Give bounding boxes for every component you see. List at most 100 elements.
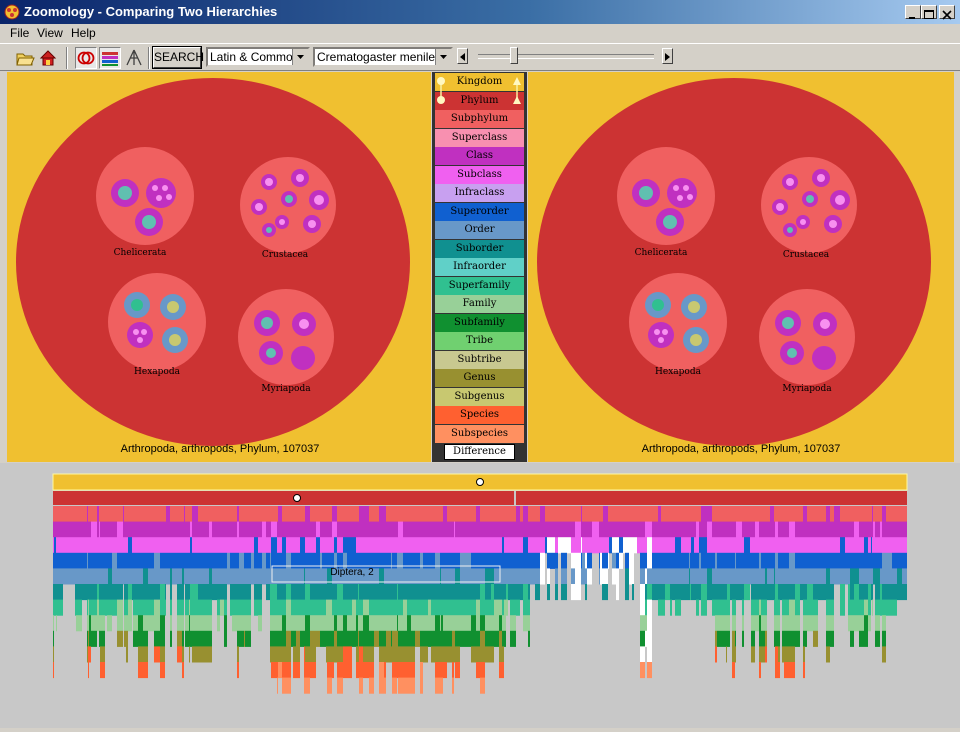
- taxon-cell[interactable]: [143, 552, 148, 569]
- taxon-cell[interactable]: [369, 521, 374, 538]
- taxon-cell[interactable]: [384, 615, 386, 632]
- taxon-cell[interactable]: [91, 552, 97, 569]
- taxon-cell[interactable]: [582, 552, 585, 569]
- taxon-cell[interactable]: [154, 599, 160, 616]
- taxon-cell[interactable]: [508, 537, 510, 554]
- taxon-cell[interactable]: [550, 506, 555, 523]
- taxon-cell[interactable]: [558, 537, 561, 554]
- taxon-cell[interactable]: [89, 537, 91, 554]
- taxon-cell[interactable]: [742, 599, 744, 616]
- taxon-cell[interactable]: [441, 599, 443, 616]
- taxon-cell[interactable]: [189, 615, 190, 632]
- taxon-cell[interactable]: [244, 599, 245, 616]
- taxon-cell[interactable]: [494, 521, 499, 538]
- taxon-cell[interactable]: [148, 615, 154, 632]
- taxon-cell[interactable]: [293, 615, 296, 632]
- taxon-cell[interactable]: [767, 537, 770, 554]
- taxon-cell[interactable]: [392, 599, 397, 616]
- taxon-cell[interactable]: [143, 630, 148, 647]
- taxon-cell[interactable]: [447, 646, 452, 663]
- taxon-cell[interactable]: [720, 506, 726, 523]
- taxon-cell[interactable]: [177, 568, 182, 585]
- taxon-cell[interactable]: [571, 568, 575, 585]
- taxon-cell[interactable]: [882, 599, 886, 616]
- phylum-band-small[interactable]: [53, 491, 81, 505]
- taxon-cell[interactable]: [192, 552, 198, 569]
- taxon-cell[interactable]: [454, 521, 455, 538]
- taxon-cell[interactable]: [522, 537, 523, 554]
- taxon-cell[interactable]: [53, 630, 54, 647]
- taxon-cell[interactable]: [715, 521, 717, 538]
- taxon-cell[interactable]: [859, 584, 864, 601]
- taxon-cell[interactable]: [897, 537, 902, 554]
- taxon-cell[interactable]: [185, 568, 189, 585]
- taxon-cell[interactable]: [720, 521, 726, 538]
- taxon-cell[interactable]: [826, 506, 830, 523]
- taxon-cell[interactable]: [502, 521, 504, 538]
- taxon-cell[interactable]: [850, 615, 854, 632]
- taxon-cell[interactable]: [296, 584, 300, 601]
- taxon-cell[interactable]: [540, 568, 545, 585]
- taxon-cell[interactable]: [397, 537, 398, 554]
- right-hierarchy-view[interactable]: Chelicerata Crustacea Hexapoda Myriapoda…: [528, 72, 954, 462]
- taxon-cell[interactable]: [57, 506, 63, 523]
- taxon-cell[interactable]: [864, 552, 868, 569]
- taxon-cell[interactable]: [625, 506, 629, 523]
- taxon-cell[interactable]: [672, 521, 675, 538]
- taxon-cell[interactable]: [547, 537, 550, 554]
- taxon-cell[interactable]: [759, 552, 761, 569]
- legend-level-genus[interactable]: Genus: [435, 369, 524, 387]
- taxon-cell[interactable]: [645, 568, 647, 585]
- taxon-cell[interactable]: [864, 599, 868, 616]
- taxon-cell[interactable]: [300, 599, 304, 616]
- taxon-cell[interactable]: [189, 568, 190, 585]
- taxon-cell[interactable]: [227, 552, 230, 569]
- taxon-cell[interactable]: [742, 506, 744, 523]
- taxon-cell[interactable]: [690, 568, 691, 585]
- taxon-cell[interactable]: [523, 552, 528, 569]
- taxon-cell[interactable]: [359, 646, 363, 663]
- taxon-cell[interactable]: [82, 537, 87, 554]
- taxon-cell[interactable]: [592, 506, 598, 523]
- taxon-cell[interactable]: [327, 677, 332, 694]
- taxon-cell[interactable]: [845, 521, 848, 538]
- taxon-cell[interactable]: [784, 662, 789, 679]
- taxon-cell[interactable]: [277, 506, 278, 523]
- taxon-cell[interactable]: [665, 584, 670, 601]
- taxon-cell[interactable]: [359, 584, 363, 601]
- taxon-cell[interactable]: [540, 537, 545, 554]
- taxon-cell[interactable]: [286, 662, 291, 679]
- taxon-cell[interactable]: [726, 568, 727, 585]
- taxon-cell[interactable]: [800, 537, 803, 554]
- taxon-cell[interactable]: [598, 537, 599, 554]
- taxon-cell[interactable]: [670, 584, 672, 601]
- taxon-cell[interactable]: [133, 568, 138, 585]
- taxon-cell[interactable]: [270, 584, 271, 601]
- taxon-cell[interactable]: [316, 615, 320, 632]
- taxon-cell[interactable]: [732, 568, 735, 585]
- taxon-cell[interactable]: [555, 568, 558, 585]
- taxon-cell[interactable]: [172, 568, 177, 585]
- taxon-cell[interactable]: [759, 521, 761, 538]
- taxon-cell[interactable]: [859, 599, 864, 616]
- taxon-cell[interactable]: [166, 568, 170, 585]
- taxon-cell[interactable]: [411, 630, 415, 647]
- taxon-cell[interactable]: [177, 552, 182, 569]
- taxon-cell[interactable]: [304, 677, 305, 694]
- taxon-cell[interactable]: [237, 584, 239, 601]
- taxon-cell[interactable]: [510, 552, 516, 569]
- taxon-cell[interactable]: [506, 537, 508, 554]
- taxon-cell[interactable]: [420, 630, 423, 647]
- taxon-cell[interactable]: [765, 646, 767, 663]
- taxon-cell[interactable]: [286, 599, 291, 616]
- taxon-cell[interactable]: [670, 552, 672, 569]
- taxon-cell[interactable]: [440, 615, 441, 632]
- taxon-cell[interactable]: [694, 584, 696, 601]
- taxon-cell[interactable]: [89, 506, 91, 523]
- taxon-cell[interactable]: [460, 630, 463, 647]
- group-chelicerata[interactable]: [96, 147, 194, 245]
- taxon-cell[interactable]: [575, 568, 581, 585]
- taxon-cell[interactable]: [271, 646, 277, 663]
- taxon-cell[interactable]: [864, 615, 868, 632]
- taxon-cell[interactable]: [795, 599, 800, 616]
